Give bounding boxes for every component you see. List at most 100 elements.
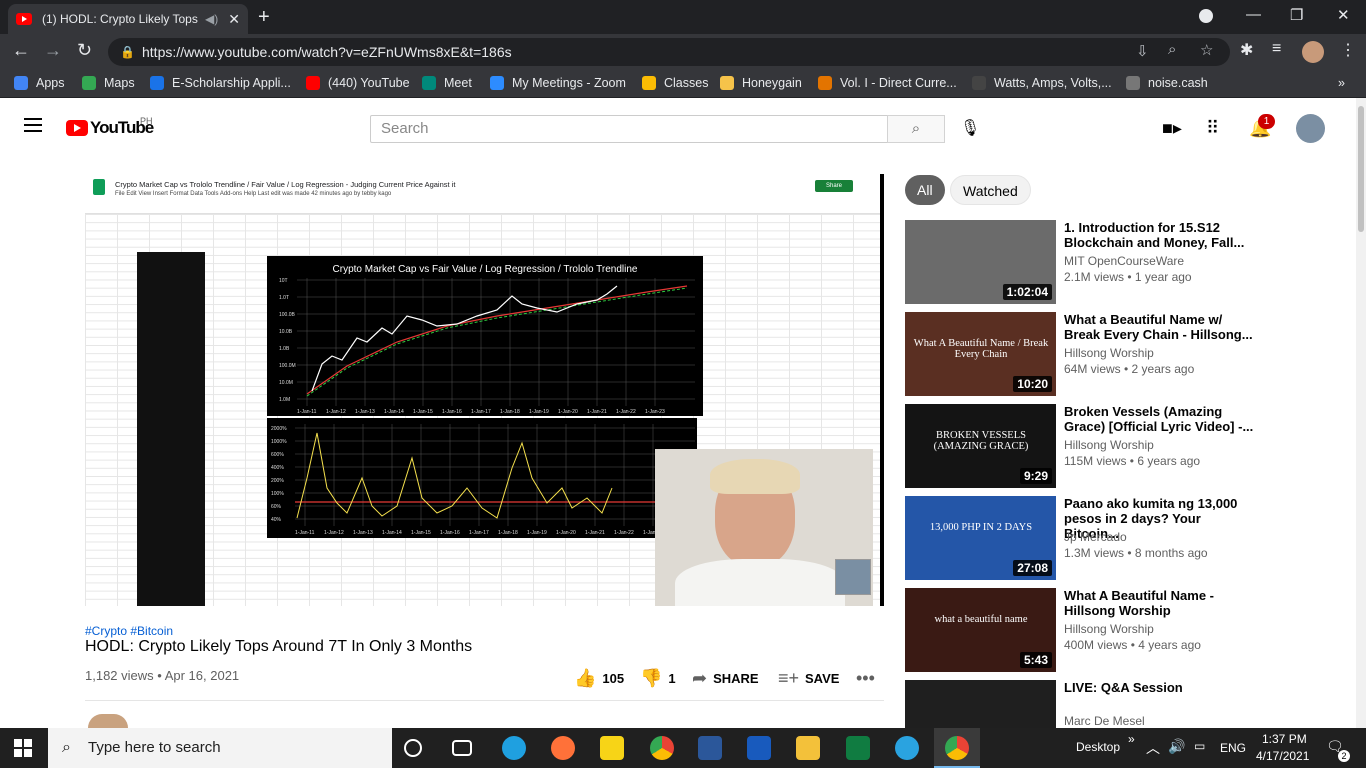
edge-icon[interactable] bbox=[502, 736, 526, 760]
profile-dropdown-icon[interactable] bbox=[1199, 9, 1213, 27]
windows-start-icon[interactable] bbox=[14, 739, 32, 757]
clock-time[interactable]: 1:37 PM bbox=[1262, 732, 1307, 746]
page-scrollbar[interactable] bbox=[1356, 98, 1366, 728]
clock-date[interactable]: 4/17/2021 bbox=[1256, 749, 1309, 763]
profile-avatar[interactable] bbox=[1302, 41, 1324, 63]
tray-overflow-icon[interactable]: ︿ bbox=[1146, 738, 1160, 758]
firefox-icon[interactable] bbox=[551, 736, 575, 760]
related-channel[interactable]: MIT OpenCourseWare bbox=[1064, 254, 1184, 268]
word-icon[interactable] bbox=[747, 736, 771, 760]
x-tick-label: 1-Jan-12 bbox=[324, 530, 344, 536]
search-input[interactable]: Search bbox=[370, 115, 888, 143]
chrome-icon[interactable] bbox=[650, 736, 674, 760]
related-video-item[interactable]: What A Beautiful Name / Break Every Chai… bbox=[905, 312, 1345, 396]
youtube-logo-icon[interactable] bbox=[66, 120, 88, 136]
chip-all[interactable]: All bbox=[905, 175, 945, 205]
active-chrome-task[interactable] bbox=[934, 728, 980, 768]
bookmark-item[interactable]: My Meetings - Zoom bbox=[490, 76, 626, 90]
desktop-toolbar-label[interactable]: Desktop bbox=[1076, 740, 1120, 754]
bookmark-item[interactable]: Vol. I - Direct Curre... bbox=[818, 76, 957, 90]
toolbar-chevron-icon[interactable]: » bbox=[1128, 732, 1135, 746]
menu-icon[interactable] bbox=[24, 118, 42, 132]
related-channel[interactable]: Hillsong Worship bbox=[1064, 438, 1154, 452]
address-bar-row: ← → ↻ 🔒 https://www.youtube.com/watch?v=… bbox=[0, 34, 1366, 70]
bookmark-item[interactable]: Honeygain bbox=[720, 76, 802, 90]
bookmark-item[interactable]: noise.cash bbox=[1126, 76, 1208, 90]
bookmark-item[interactable]: Watts, Amps, Volts,... bbox=[972, 76, 1112, 90]
minimize-icon[interactable]: — bbox=[1246, 6, 1261, 23]
related-title[interactable]: Broken Vessels (Amazing Grace) [Official… bbox=[1064, 404, 1254, 434]
new-tab-icon[interactable]: + bbox=[258, 6, 270, 29]
x-tick-label: 1-Jan-17 bbox=[471, 409, 491, 415]
close-tab-icon[interactable]: ✕ bbox=[228, 11, 240, 28]
related-channel[interactable]: Hillsong Worship bbox=[1064, 346, 1154, 360]
x-tick-label: 1-Jan-13 bbox=[355, 409, 375, 415]
related-title[interactable]: What A Beautiful Name - Hillsong Worship bbox=[1064, 588, 1254, 618]
extensions-icon[interactable]: ✱ bbox=[1240, 40, 1253, 60]
battery-icon[interactable]: ▭ bbox=[1194, 739, 1205, 753]
install-icon[interactable]: ⇩ bbox=[1136, 42, 1149, 60]
bookmark-label: Apps bbox=[36, 76, 65, 90]
bookmark-favicon-icon bbox=[642, 76, 656, 90]
search-button[interactable]: ⌕ bbox=[887, 115, 945, 143]
like-button[interactable]: 👍 105 bbox=[574, 668, 624, 689]
related-thumbnail[interactable]: What A Beautiful Name / Break Every Chai… bbox=[905, 312, 1056, 396]
related-video-item[interactable]: BROKEN VESSELS (AMAZING GRACE) 9:29 Broken… bbox=[905, 404, 1345, 488]
media-control-icon[interactable]: ≡ bbox=[1272, 40, 1281, 58]
video-player[interactable]: Crypto Market Cap vs Trololo Trendline /… bbox=[85, 174, 884, 606]
bookmarks-overflow-icon[interactable]: » bbox=[1338, 76, 1345, 90]
telegram-icon[interactable] bbox=[895, 736, 919, 760]
related-thumbnail[interactable]: 1:02:04 bbox=[905, 220, 1056, 304]
close-window-icon[interactable]: ✕ bbox=[1337, 6, 1350, 24]
zoom-icon[interactable]: ⌕ bbox=[1168, 41, 1176, 58]
save-button[interactable]: ≡+ SAVE bbox=[778, 668, 839, 689]
related-thumbnail[interactable]: what a beautiful name 5:43 bbox=[905, 588, 1056, 672]
related-channel[interactable]: Jp Mercado bbox=[1064, 530, 1127, 544]
channel-avatar[interactable] bbox=[88, 714, 128, 728]
related-thumbnail[interactable]: BROKEN VESSELS (AMAZING GRACE) 9:29 bbox=[905, 404, 1056, 488]
browser-tab[interactable]: (1) HODL: Crypto Likely Tops ◀) ✕ bbox=[8, 4, 248, 34]
bookmark-item[interactable]: (440) YouTube bbox=[306, 76, 410, 90]
url-bar[interactable]: 🔒 https://www.youtube.com/watch?v=eZFnUW… bbox=[108, 38, 1230, 66]
create-video-icon[interactable]: ■▸ bbox=[1162, 118, 1182, 139]
chrome-menu-icon[interactable]: ⋮ bbox=[1340, 40, 1356, 60]
bookmark-item[interactable]: Classes bbox=[642, 76, 708, 90]
back-icon[interactable]: ← bbox=[12, 40, 30, 61]
related-thumbnail[interactable]: 13,000 PHP IN 2 DAYS 27:08 bbox=[905, 496, 1056, 580]
task-view-icon[interactable] bbox=[452, 740, 472, 756]
related-title[interactable]: What a Beautiful Name w/ Break Every Cha… bbox=[1064, 312, 1254, 342]
more-actions-button[interactable]: ••• bbox=[856, 668, 881, 689]
bookmark-item[interactable]: Meet bbox=[422, 76, 472, 90]
sticky-notes-icon[interactable] bbox=[600, 736, 624, 760]
related-video-item[interactable]: what a beautiful name 5:43 What A Beautifu… bbox=[905, 588, 1345, 672]
file-explorer-icon[interactable] bbox=[796, 736, 820, 760]
apps-grid-icon[interactable]: ⠿ bbox=[1206, 118, 1219, 139]
bookmark-item[interactable]: Apps bbox=[14, 76, 65, 90]
voice-search-icon[interactable]: 🎙 bbox=[960, 118, 980, 138]
related-channel[interactable]: Hillsong Worship bbox=[1064, 622, 1154, 636]
related-video-item[interactable]: 13,000 PHP IN 2 DAYS 27:08 Paano ako kumit… bbox=[905, 496, 1345, 580]
video-hashtags[interactable]: #Crypto #Bitcoin bbox=[85, 624, 173, 638]
related-channel[interactable]: Marc De Mesel bbox=[1064, 714, 1145, 728]
excel-icon[interactable] bbox=[846, 736, 870, 760]
cortana-icon[interactable] bbox=[404, 739, 422, 757]
language-indicator[interactable]: ENG bbox=[1220, 741, 1246, 755]
chip-watched[interactable]: Watched bbox=[950, 175, 1031, 205]
restore-icon[interactable]: ❐ bbox=[1290, 6, 1303, 24]
related-title[interactable]: LIVE: Q&A Session bbox=[1064, 680, 1254, 695]
vb-icon[interactable] bbox=[698, 736, 722, 760]
dislike-button[interactable]: 👎 1 bbox=[640, 668, 676, 689]
forward-icon[interactable]: → bbox=[44, 40, 62, 61]
user-avatar[interactable] bbox=[1296, 114, 1325, 143]
bookmark-item[interactable]: E-Scholarship Appli... bbox=[150, 76, 291, 90]
scrollbar-thumb[interactable] bbox=[1358, 106, 1364, 232]
bookmark-item[interactable]: Maps bbox=[82, 76, 135, 90]
bookmark-star-icon[interactable]: ☆ bbox=[1200, 41, 1213, 59]
related-video-item[interactable]: 1:02:04 1. Introduction for 15.S12 Blockc… bbox=[905, 220, 1345, 304]
volume-icon[interactable]: 🔊 bbox=[1168, 738, 1185, 755]
share-button[interactable]: ➦ SHARE bbox=[692, 668, 759, 689]
reload-icon[interactable]: ↻ bbox=[77, 40, 92, 61]
related-title[interactable]: 1. Introduction for 15.S12 Blockchain an… bbox=[1064, 220, 1254, 250]
windows-taskbar: ⌕ Type here to search Desktop » ︿ 🔊 ▭ EN… bbox=[0, 728, 1366, 768]
taskbar-search-input[interactable]: ⌕ Type here to search bbox=[48, 728, 392, 768]
